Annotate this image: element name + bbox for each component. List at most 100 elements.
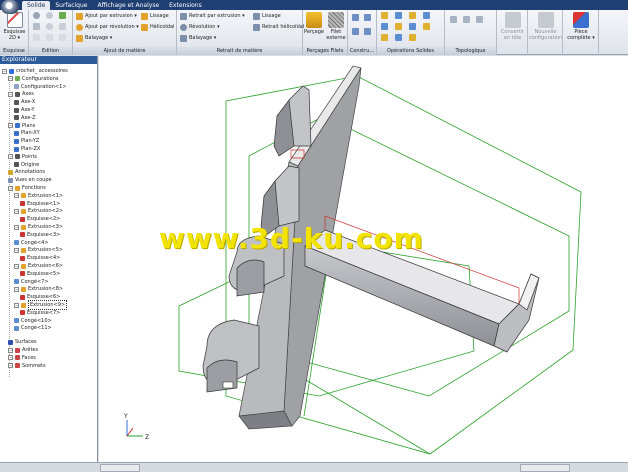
op-tool-6[interactable] bbox=[395, 23, 402, 30]
op-tool-11[interactable] bbox=[409, 34, 416, 41]
retrait-revolution-button[interactable]: Révolution ▾ bbox=[180, 23, 220, 31]
edit-tool-3[interactable] bbox=[59, 12, 66, 19]
tab-extensions[interactable]: Extensions bbox=[164, 1, 207, 10]
edit-tool-6[interactable] bbox=[59, 23, 66, 30]
percage-button[interactable]: Perçage bbox=[304, 12, 324, 35]
topo-tool-2[interactable] bbox=[463, 16, 470, 23]
tree-conge-10[interactable]: Congé<10> bbox=[14, 317, 52, 325]
retrait-lissage-button[interactable]: Lissage bbox=[253, 12, 281, 20]
topo-tool-3[interactable] bbox=[476, 16, 483, 23]
tree-faces[interactable]: − Faces bbox=[8, 354, 36, 362]
tree-extrusion-8[interactable]: − Extrusion<8> bbox=[14, 285, 63, 293]
tree-esquisse-2[interactable]: Esquisse<2> bbox=[20, 215, 60, 223]
edit-tool-8[interactable] bbox=[46, 34, 53, 41]
tree-extrusion-3[interactable]: − Extrusion<3> bbox=[14, 223, 63, 231]
filet-externe-button[interactable]: Filet externe bbox=[325, 12, 347, 41]
op-tool-9[interactable] bbox=[381, 34, 388, 41]
tree-esquisse-1[interactable]: Esquisse<1> bbox=[20, 200, 60, 208]
nouvelle-configuration-button[interactable]: Nouvelle configuration bbox=[529, 12, 562, 41]
op-tool-2[interactable] bbox=[395, 12, 402, 19]
edit-tool-2[interactable] bbox=[46, 12, 53, 19]
tree-conge-7[interactable]: Congé<7> bbox=[14, 278, 49, 286]
convertir-tole-button[interactable]: Convertir en tôle bbox=[498, 12, 527, 41]
retrait-balayage-button[interactable]: Balayage ▾ bbox=[180, 34, 216, 42]
tree-axes[interactable]: − Axes bbox=[8, 90, 34, 98]
ajout-extrusion-button[interactable]: Ajout par extrusion ▾ bbox=[76, 12, 137, 20]
expander-icon[interactable]: − bbox=[14, 302, 19, 308]
tree-conge-11[interactable]: Congé<11> bbox=[14, 324, 52, 332]
expander-icon[interactable]: − bbox=[14, 247, 19, 253]
tab-solide[interactable]: Solide bbox=[22, 1, 51, 10]
edit-tool-5[interactable] bbox=[46, 23, 53, 30]
tree-axe-z[interactable]: Axe-Z bbox=[14, 114, 36, 122]
expander-icon[interactable]: − bbox=[8, 355, 13, 361]
tree-plan-yz[interactable]: Plan-YZ bbox=[14, 137, 39, 145]
op-tool-10[interactable] bbox=[395, 34, 402, 41]
ajout-revolution-button[interactable]: Ajout par révolution ▾ bbox=[76, 23, 139, 31]
expander-icon[interactable]: − bbox=[8, 347, 13, 353]
tree-esquisse-5[interactable]: Esquisse<5> bbox=[20, 270, 60, 278]
tree-annotations[interactable]: Annotations bbox=[8, 168, 45, 176]
tree-root[interactable]: − crochet_ accessoires bbox=[2, 67, 68, 75]
tree-sommets[interactable]: − Sommets bbox=[8, 362, 46, 370]
tree-esquisse-4[interactable]: Esquisse<4> bbox=[20, 254, 60, 262]
tree-plans[interactable]: − Plans bbox=[8, 122, 35, 130]
3d-viewport[interactable]: Y Z www.3d-ku.com bbox=[99, 56, 628, 462]
tree-esquisse-3[interactable]: Esquisse<3> bbox=[20, 231, 60, 239]
tree-axe-x[interactable]: Axe-X bbox=[14, 98, 35, 106]
retrait-helicoidal-button[interactable]: Retrait hélicoïdal bbox=[253, 23, 304, 31]
construction-tool-2[interactable] bbox=[364, 14, 371, 21]
expander-icon[interactable]: − bbox=[8, 185, 13, 191]
expander-icon[interactable]: − bbox=[8, 91, 13, 97]
tree-extrusion-6[interactable]: − Extrusion<6> bbox=[14, 262, 63, 270]
edit-tool-9[interactable] bbox=[59, 34, 66, 41]
edit-tool-7[interactable] bbox=[33, 34, 40, 41]
expander-icon[interactable]: − bbox=[14, 208, 19, 214]
tree-extrusion-9[interactable]: − Extrusion<9> bbox=[14, 300, 68, 310]
tree-extrusion-5[interactable]: − Extrusion<5> bbox=[14, 246, 63, 254]
op-tool-8[interactable] bbox=[423, 23, 430, 30]
ajout-lissage-button[interactable]: Lissage bbox=[141, 12, 169, 20]
ajout-helicoidal-button[interactable]: Hélicoïdal bbox=[141, 23, 174, 31]
tree-configurations[interactable]: − Configurations bbox=[8, 75, 59, 83]
tree-aretes[interactable]: − Arêtes bbox=[8, 346, 38, 354]
tree-conge-4[interactable]: Congé<4> bbox=[14, 239, 49, 247]
expander-icon[interactable]: − bbox=[14, 263, 19, 269]
tree-plan-xy[interactable]: Plan-XY bbox=[14, 129, 40, 137]
tree-origine[interactable]: Origine bbox=[14, 161, 39, 169]
tree-fonctions[interactable]: − Fonctions bbox=[8, 184, 46, 192]
op-tool-5[interactable] bbox=[381, 23, 388, 30]
expander-icon[interactable]: − bbox=[8, 154, 13, 160]
piece-complete-button[interactable]: Pièce complète ▾ bbox=[564, 12, 598, 41]
edit-tool-4[interactable] bbox=[33, 23, 40, 30]
tab-surfacique[interactable]: Surfacique bbox=[50, 1, 92, 10]
op-tool-7[interactable] bbox=[409, 23, 416, 30]
tree-surfaces[interactable]: Surfaces bbox=[8, 338, 37, 346]
construction-tool-3[interactable] bbox=[352, 28, 359, 35]
expander-icon[interactable]: − bbox=[14, 193, 19, 199]
tree-plan-zx[interactable]: Plan-ZX bbox=[14, 145, 40, 153]
topo-tool-1[interactable] bbox=[450, 16, 457, 23]
construction-tool-1[interactable] bbox=[352, 14, 359, 21]
op-tool-4[interactable] bbox=[423, 12, 430, 19]
tree-configuration-1[interactable]: Configuration<1> bbox=[14, 83, 66, 91]
tab-affichage[interactable]: Affichage et Analyse bbox=[92, 1, 164, 10]
expander-icon[interactable]: − bbox=[8, 76, 13, 82]
tree-vues-coupe[interactable]: Vues en coupe bbox=[8, 176, 52, 184]
retrait-extrusion-button[interactable]: Retrait par extrusion ▾ bbox=[180, 12, 245, 20]
tree-points[interactable]: − Points bbox=[8, 153, 37, 161]
expander-icon[interactable]: − bbox=[8, 363, 13, 369]
expander-icon[interactable]: − bbox=[14, 286, 19, 292]
esquisse-2d-button[interactable]: Esquisse 2D ▾ bbox=[2, 12, 27, 41]
app-logo-icon[interactable] bbox=[1, 0, 19, 14]
edit-tool-1[interactable] bbox=[33, 12, 40, 19]
ajout-balayage-button[interactable]: Balayage ▾ bbox=[76, 34, 112, 42]
op-tool-1[interactable] bbox=[381, 12, 388, 19]
expander-icon[interactable]: − bbox=[2, 68, 7, 74]
op-tool-3[interactable] bbox=[409, 12, 416, 19]
expander-icon[interactable]: − bbox=[8, 123, 13, 129]
tree-esquisse-7[interactable]: Esquisse<7> bbox=[20, 309, 60, 317]
expander-icon[interactable]: − bbox=[14, 224, 19, 230]
tree-axe-y[interactable]: Axe-Y bbox=[14, 106, 35, 114]
construction-tool-4[interactable] bbox=[364, 28, 371, 35]
